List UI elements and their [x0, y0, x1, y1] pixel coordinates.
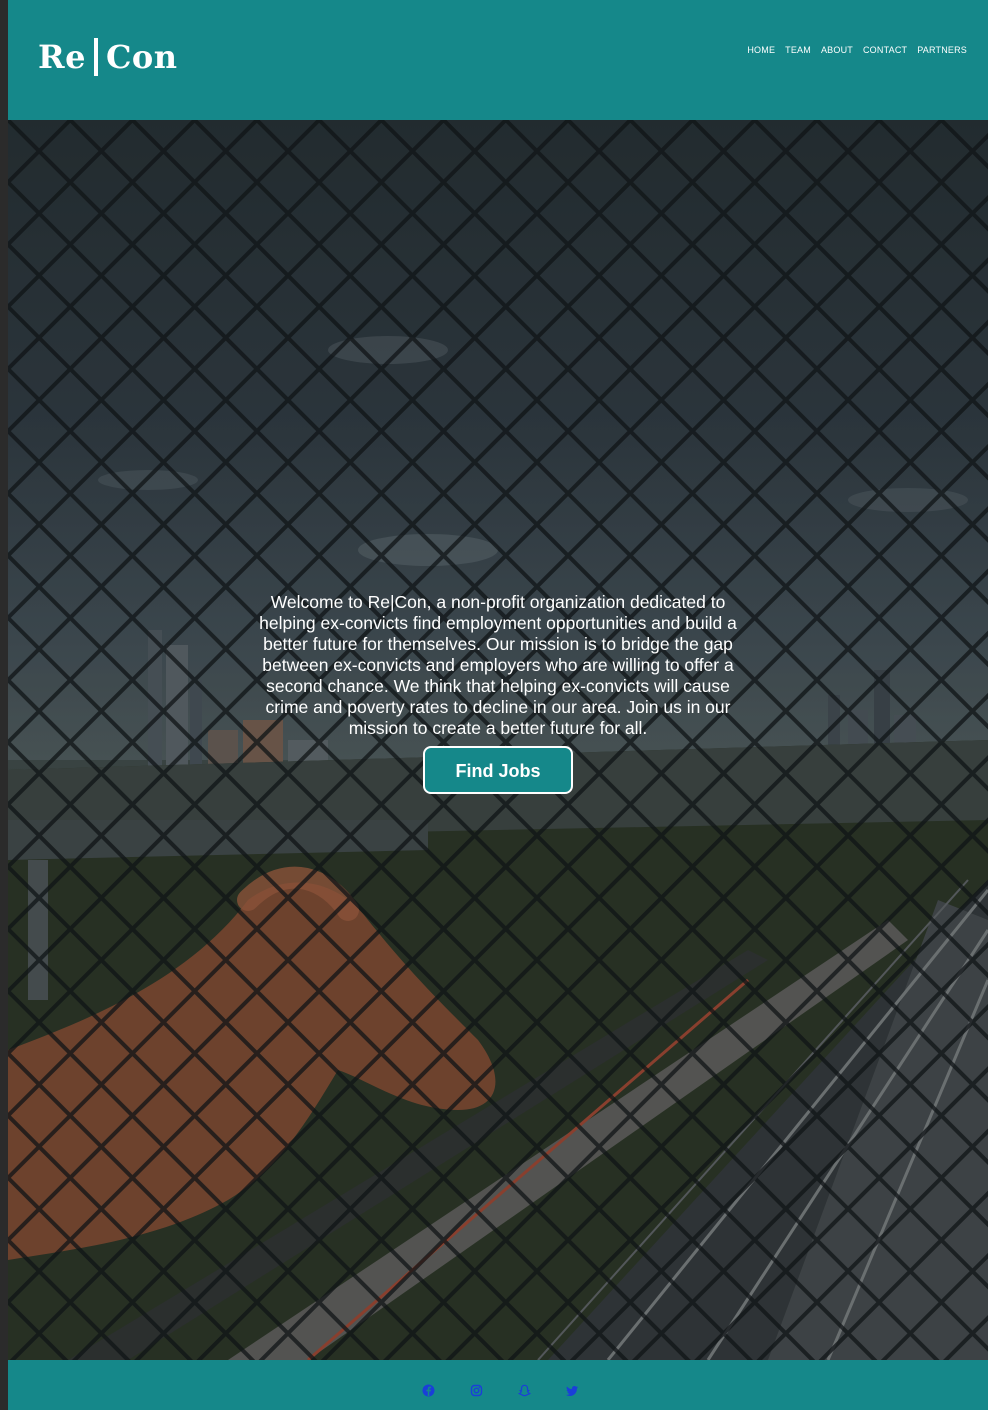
page: Re Con HOME TEAM ABOUT CONTACT PARTNERS: [8, 0, 988, 1410]
find-jobs-button[interactable]: Find Jobs: [423, 746, 573, 794]
nav-about-link[interactable]: ABOUT: [821, 45, 853, 55]
window-edge: [0, 0, 8, 1410]
snapchat-icon[interactable]: [518, 1384, 531, 1397]
hero-content: Welcome to Re|Con, a non-profit organiza…: [258, 592, 738, 794]
twitter-icon[interactable]: [566, 1384, 579, 1397]
hero-welcome-text: Welcome to Re|Con, a non-profit organiza…: [259, 592, 737, 738]
site-footer: [8, 1360, 988, 1410]
instagram-icon[interactable]: [470, 1384, 483, 1397]
logo-right-text: Con: [105, 38, 178, 76]
facebook-icon[interactable]: [422, 1384, 435, 1397]
main-nav: HOME TEAM ABOUT CONTACT PARTNERS: [747, 45, 967, 55]
nav-contact-link[interactable]: CONTACT: [863, 45, 907, 55]
site-header: Re Con HOME TEAM ABOUT CONTACT PARTNERS: [8, 0, 988, 120]
nav-home-link[interactable]: HOME: [747, 45, 775, 55]
logo-left-text: Re: [38, 38, 86, 76]
site-logo[interactable]: Re Con: [38, 36, 178, 78]
social-links: [422, 1384, 579, 1397]
nav-partners-link[interactable]: PARTNERS: [917, 45, 967, 55]
hero-section: Welcome to Re|Con, a non-profit organiza…: [8, 120, 988, 1360]
logo-divider: [93, 38, 98, 76]
nav-team-link[interactable]: TEAM: [785, 45, 811, 55]
